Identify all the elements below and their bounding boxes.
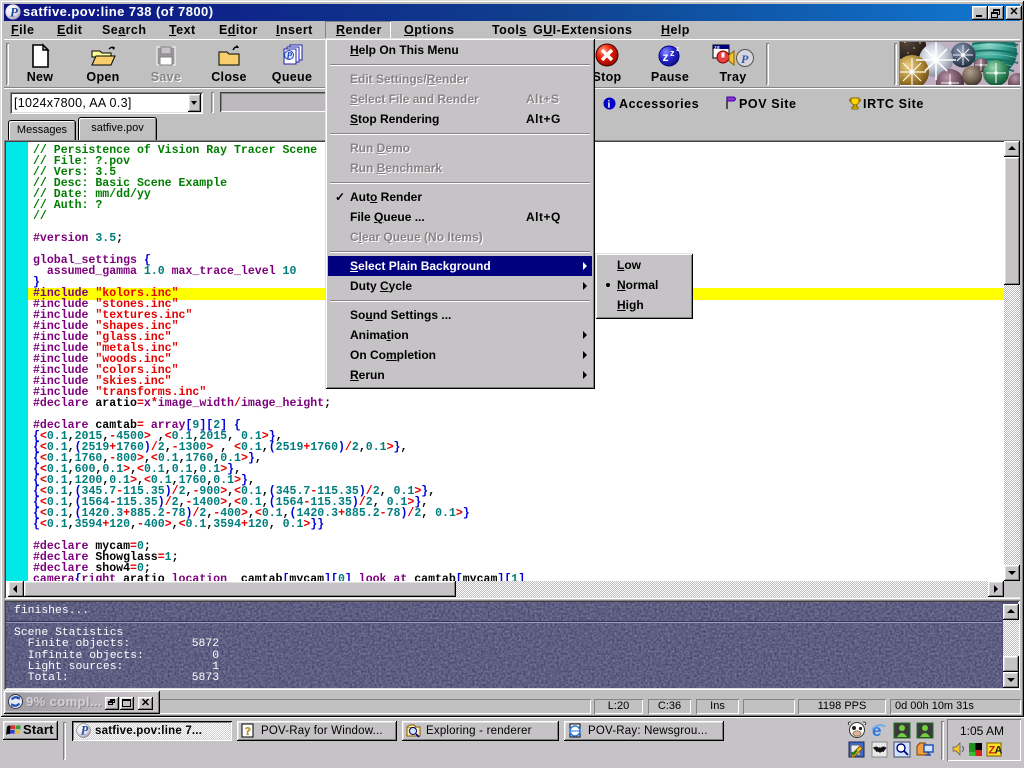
svg-text:38: 38	[714, 45, 720, 51]
svg-text:P: P	[741, 52, 749, 66]
svg-text:P: P	[81, 724, 89, 738]
svg-text:z: z	[676, 46, 680, 53]
svg-text:A: A	[995, 745, 1003, 757]
svg-text:z: z	[663, 50, 669, 64]
svg-text:?: ?	[245, 724, 251, 738]
svg-text:i: i	[608, 100, 611, 111]
svg-text:e: e	[872, 721, 881, 740]
svg-text:z: z	[670, 48, 675, 58]
svg-text:P: P	[10, 5, 19, 20]
svg-text:P: P	[287, 51, 293, 61]
